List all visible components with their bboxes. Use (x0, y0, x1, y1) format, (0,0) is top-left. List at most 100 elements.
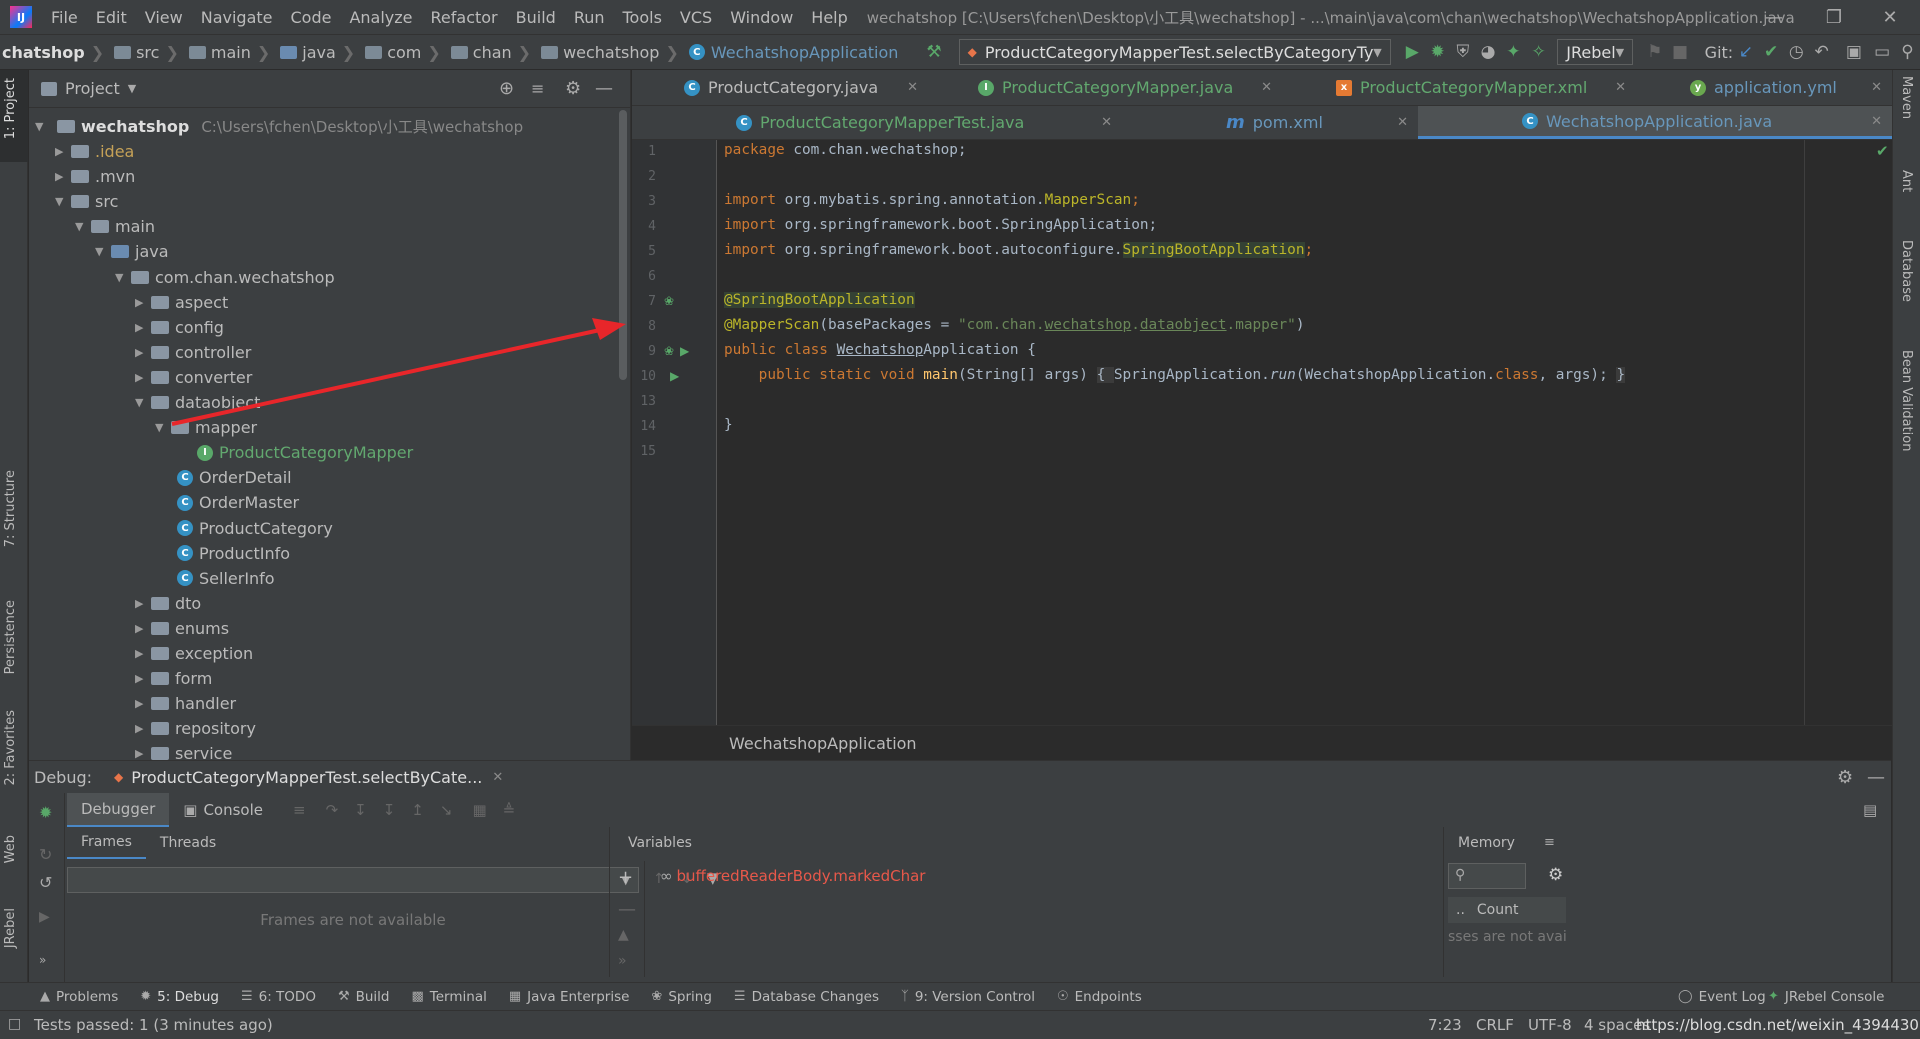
tab-jrebel[interactable]: JRebel (3, 908, 18, 948)
chevron-right-icon[interactable]: ▶ (55, 170, 71, 183)
trace-icon[interactable]: ≜ (503, 801, 516, 819)
gear-icon[interactable]: ⚙ (565, 78, 581, 99)
more-icon[interactable]: » (39, 953, 46, 967)
tw-version-control[interactable]: ᛉ 9: Version Control (901, 989, 1035, 1005)
tab-bean-validation[interactable]: Bean Validation (1899, 350, 1914, 451)
spring-bean-gutter-icon[interactable]: ❀ (664, 294, 674, 308)
tree-item-idea[interactable]: ▶ .idea (55, 139, 134, 164)
editor-breadcrumb[interactable]: WechatshopApplication (632, 725, 1892, 760)
rerun-icon[interactable]: ✹ (39, 803, 52, 822)
chevron-right-icon[interactable]: ▶ (55, 145, 71, 158)
step-into-icon[interactable]: ↧ (354, 801, 367, 819)
debug-icon[interactable]: ✹ (1428, 39, 1447, 65)
tab-application-yml[interactable]: y application.yml ✕ (1636, 70, 1892, 105)
spring-bean-gutter-icon[interactable]: ❀ (664, 344, 674, 358)
tw-endpoints[interactable]: ☉ Endpoints (1057, 989, 1142, 1005)
menu-run[interactable]: Run (565, 8, 614, 27)
show-execution-point-icon[interactable]: ≡ (293, 801, 306, 819)
chevron-down-icon[interactable]: ▼ (135, 396, 151, 409)
run-gutter-icon[interactable]: ▶ (680, 344, 689, 358)
hide-icon[interactable]: — (595, 78, 613, 99)
tw-debug[interactable]: ✹ 5: Debug (140, 989, 219, 1005)
tab-console[interactable]: ▣ Console (169, 793, 277, 827)
chevron-down-icon[interactable]: ▼ (95, 245, 111, 258)
memory-options-icon[interactable]: ≡ (1544, 835, 1555, 850)
resume-icon[interactable]: ↻ (39, 845, 52, 864)
tree-item-productinfo[interactable]: C ProductInfo (161, 541, 290, 566)
tab-database[interactable]: Database (1899, 240, 1914, 302)
tw-build[interactable]: ⚒ Build (338, 989, 390, 1005)
chevron-down-icon[interactable]: ▼ (55, 195, 71, 208)
menu-file[interactable]: File (42, 8, 87, 27)
tab-product-category-mapper-xml[interactable]: x ProductCategoryMapper.xml ✕ (1282, 70, 1636, 105)
crumb-com[interactable]: com ❯ (355, 43, 441, 62)
git-history-icon[interactable]: ◷ (1787, 39, 1806, 65)
tree-item-ordermaster[interactable]: C OrderMaster (161, 490, 299, 515)
chevron-down-icon[interactable]: ▼ (75, 220, 91, 233)
evaluate-icon[interactable]: ▦ (472, 801, 486, 819)
tab-persistence[interactable]: Persistence (3, 600, 18, 674)
tab-product-category-mapper-java[interactable]: I ProductCategoryMapper.java ✕ (928, 70, 1282, 105)
tree-item-dto[interactable]: ▶ dto (135, 591, 201, 616)
tree-item-enums[interactable]: ▶ enums (135, 616, 229, 641)
menu-help[interactable]: Help (802, 8, 856, 27)
close-tab-icon[interactable]: ✕ (1871, 80, 1882, 95)
crumb-project[interactable]: chatshop ❯ (0, 43, 104, 62)
collapse-all-icon[interactable]: ≡ (531, 79, 544, 98)
gear-icon[interactable]: ⚙ (1837, 767, 1853, 788)
tab-product-category-mapper-test[interactable]: C ProductCategoryMapperTest.java ✕ (632, 106, 1122, 139)
memory-search-input[interactable]: ⚲ (1448, 863, 1526, 889)
profile-icon[interactable]: ◕ (1478, 39, 1497, 65)
jrebel-select[interactable]: JRebel ▼ (1557, 39, 1634, 65)
tw-problems[interactable]: ▲ Problems (40, 989, 118, 1005)
crumb-src[interactable]: src ❯ (104, 43, 179, 62)
git-update-icon[interactable]: ↙ (1736, 39, 1755, 65)
git-rollback-icon[interactable]: ↶ (1812, 39, 1831, 65)
tw-java-enterprise[interactable]: ▦ Java Enterprise (509, 989, 630, 1005)
chevron-right-icon[interactable]: ▶ (135, 321, 151, 334)
chevron-down-icon[interactable]: ▼ (115, 271, 131, 284)
restore-layout-icon[interactable]: ↺ (39, 873, 52, 892)
step-out-icon[interactable]: ↥ (411, 801, 424, 819)
count-column-header[interactable]: .. Count (1448, 897, 1566, 923)
tab-maven[interactable]: Maven (1899, 76, 1914, 119)
chevron-right-icon[interactable]: ▶ (135, 647, 151, 660)
tree-item-src[interactable]: ▼ src (55, 189, 118, 214)
toggle-tool-windows-icon[interactable]: □ (8, 1016, 21, 1032)
memory-label[interactable]: Memory (1458, 835, 1515, 851)
stop-icon[interactable]: ■ (1670, 39, 1689, 65)
menu-build[interactable]: Build (507, 8, 565, 27)
caret-position[interactable]: 7:23 (1428, 1016, 1462, 1034)
remove-watch-icon[interactable]: — (618, 899, 636, 920)
tree-root[interactable]: ▼ wechatshop C:\Users\fchen\Desktop\小工具\… (35, 114, 523, 139)
tw-event-log[interactable]: ◯ Event Log (1678, 989, 1766, 1005)
crumb-wechatshop[interactable]: wechatshop ❯ (531, 43, 679, 62)
menu-window[interactable]: Window (721, 8, 802, 27)
tw-spring[interactable]: ❀ Spring (651, 989, 711, 1005)
run-icon[interactable]: ▶ (1403, 39, 1422, 65)
tree-item-java[interactable]: ▼ java (95, 239, 169, 264)
close-tab-icon[interactable]: ✕ (1397, 115, 1408, 130)
close-tab-icon[interactable]: ✕ (1615, 80, 1626, 95)
tree-item-mvn[interactable]: ▶ .mvn (55, 164, 135, 189)
add-watch-icon[interactable]: + (618, 867, 633, 888)
chevron-right-icon[interactable]: ▶ (135, 346, 151, 359)
gear-icon[interactable]: ⚙ (1548, 865, 1563, 885)
more-icon[interactable]: » (618, 953, 627, 969)
inspection-ok-icon[interactable]: ✔ (1876, 142, 1889, 160)
chevron-right-icon[interactable]: ▶ (135, 672, 151, 685)
tree-item-main[interactable]: ▼ main (75, 214, 155, 239)
project-view-select[interactable]: Project (65, 79, 120, 98)
tab-ant[interactable]: Ant (1899, 170, 1914, 192)
tab-product-category-java[interactable]: C ProductCategory.java ✕ (632, 70, 928, 105)
close-tab-icon[interactable]: ✕ (907, 80, 918, 95)
jrebel-debug-icon[interactable]: ✧ (1529, 39, 1548, 65)
build-hammer-icon[interactable]: ⚒ (924, 39, 943, 65)
chevron-right-icon[interactable]: ▶ (135, 722, 151, 735)
code-editor[interactable]: 1 2 3 4 5 6 7 8 9 10 13 14 15 ❀ ❀ ▶ ▶ pa… (171, 140, 1892, 725)
project-structure-icon[interactable]: ▣ (1844, 39, 1863, 65)
menu-refactor[interactable]: Refactor (422, 8, 507, 27)
tree-item-handler[interactable]: ▶ handler (135, 691, 236, 716)
hide-icon[interactable]: — (1867, 767, 1885, 788)
tree-item-exception[interactable]: ▶ exception (135, 641, 253, 666)
